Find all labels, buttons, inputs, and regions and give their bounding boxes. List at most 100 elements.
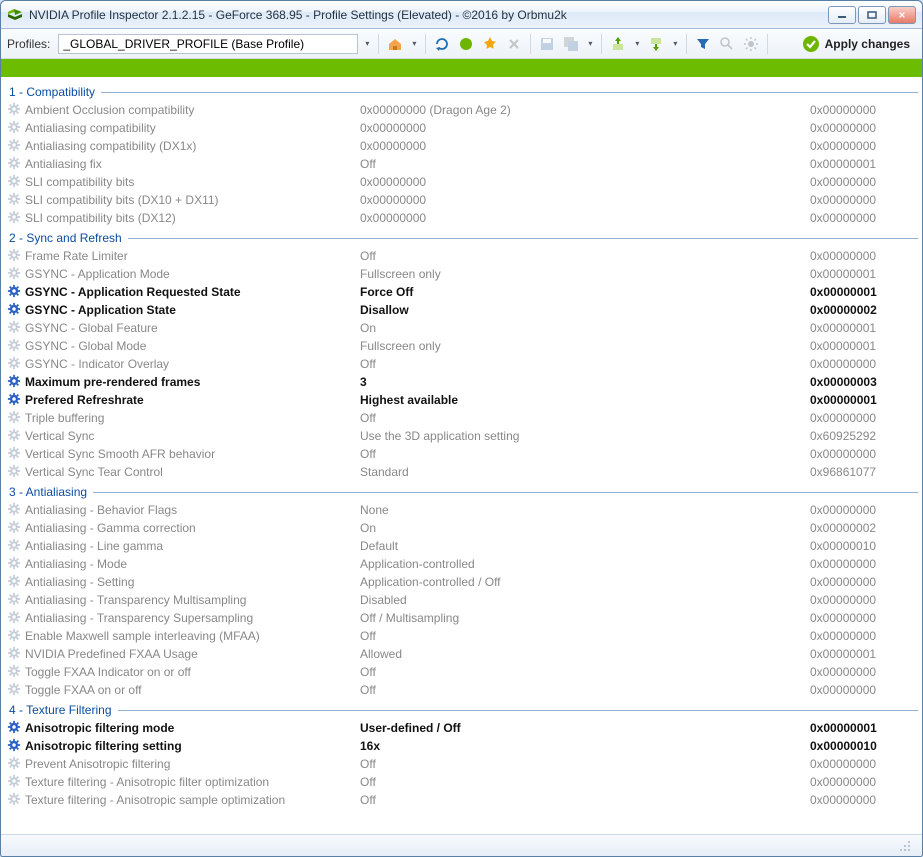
find-icon[interactable] bbox=[717, 34, 737, 54]
setting-row[interactable]: Triple bufferingOff0x00000000 bbox=[7, 409, 920, 427]
setting-row[interactable]: GSYNC - Global ModeFullscreen only0x0000… bbox=[7, 337, 920, 355]
setting-row[interactable]: GSYNC - Global FeatureOn0x00000001 bbox=[7, 319, 920, 337]
refresh-icon[interactable] bbox=[432, 34, 452, 54]
setting-row[interactable]: Antialiasing - Transparency Multisamplin… bbox=[7, 591, 920, 609]
setting-value[interactable]: Off bbox=[360, 775, 810, 789]
setting-value[interactable]: Standard bbox=[360, 465, 810, 479]
setting-value[interactable]: Off / Multisampling bbox=[360, 611, 810, 625]
resize-gripper-icon[interactable] bbox=[898, 839, 912, 853]
profile-selector[interactable]: _GLOBAL_DRIVER_PROFILE (Base Profile) bbox=[58, 34, 358, 54]
setting-value[interactable]: Off bbox=[360, 665, 810, 679]
setting-value[interactable]: Off bbox=[360, 447, 810, 461]
setting-value[interactable]: User-defined / Off bbox=[360, 721, 810, 735]
setting-value[interactable]: Off bbox=[360, 683, 810, 697]
setting-row[interactable]: Antialiasing compatibility (DX1x)0x00000… bbox=[7, 137, 920, 155]
setting-value[interactable]: Use the 3D application setting bbox=[360, 429, 810, 443]
setting-value[interactable]: Off bbox=[360, 629, 810, 643]
minimize-button[interactable] bbox=[828, 6, 856, 24]
import-icon[interactable] bbox=[646, 34, 666, 54]
setting-row[interactable]: Antialiasing compatibility0x000000000x00… bbox=[7, 119, 920, 137]
setting-value[interactable]: Highest available bbox=[360, 393, 810, 407]
setting-value[interactable]: Fullscreen only bbox=[360, 267, 810, 281]
setting-row[interactable]: SLI compatibility bits0x000000000x000000… bbox=[7, 173, 920, 191]
setting-row[interactable]: Prevent Anisotropic filteringOff0x000000… bbox=[7, 755, 920, 773]
export-dropdown[interactable]: ▾ bbox=[632, 39, 642, 48]
home-icon[interactable] bbox=[385, 34, 405, 54]
section-header[interactable]: 4 - Texture Filtering bbox=[7, 699, 920, 719]
import-dropdown[interactable]: ▾ bbox=[670, 39, 680, 48]
setting-value[interactable]: Application-controlled / Off bbox=[360, 575, 810, 589]
setting-row[interactable]: Frame Rate LimiterOff0x00000000 bbox=[7, 247, 920, 265]
setting-value[interactable]: Allowed bbox=[360, 647, 810, 661]
setting-value[interactable]: 0x00000000 bbox=[360, 175, 810, 189]
setting-row[interactable]: Maximum pre-rendered frames30x00000003 bbox=[7, 373, 920, 391]
setting-row[interactable]: SLI compatibility bits (DX10 + DX11)0x00… bbox=[7, 191, 920, 209]
setting-row[interactable]: GSYNC - Application StateDisallow0x00000… bbox=[7, 301, 920, 319]
setting-row[interactable]: Toggle FXAA on or offOff0x00000000 bbox=[7, 681, 920, 699]
setting-value[interactable]: 0x00000000 bbox=[360, 121, 810, 135]
setting-row[interactable]: Texture filtering - Anisotropic filter o… bbox=[7, 773, 920, 791]
setting-value[interactable]: Disallow bbox=[360, 303, 810, 317]
setting-row[interactable]: Texture filtering - Anisotropic sample o… bbox=[7, 791, 920, 809]
maximize-button[interactable] bbox=[858, 6, 886, 24]
close-button[interactable] bbox=[888, 6, 916, 24]
setting-value[interactable]: Force Off bbox=[360, 285, 810, 299]
delete-icon[interactable] bbox=[504, 34, 524, 54]
apply-changes-button[interactable]: Apply changes bbox=[796, 35, 916, 53]
setting-value[interactable]: Off bbox=[360, 757, 810, 771]
setting-row[interactable]: NVIDIA Predefined FXAA UsageAllowed0x000… bbox=[7, 645, 920, 663]
setting-value[interactable]: Off bbox=[360, 793, 810, 807]
setting-value[interactable]: Default bbox=[360, 539, 810, 553]
save-all-icon[interactable] bbox=[561, 34, 581, 54]
title-bar[interactable]: NVIDIA Profile Inspector 2.1.2.15 - GeFo… bbox=[1, 1, 922, 29]
setting-row[interactable]: Toggle FXAA Indicator on or offOff0x0000… bbox=[7, 663, 920, 681]
setting-row[interactable]: Prefered RefreshrateHighest available0x0… bbox=[7, 391, 920, 409]
setting-value[interactable]: 0x00000000 bbox=[360, 211, 810, 225]
setting-row[interactable]: GSYNC - Application Requested StateForce… bbox=[7, 283, 920, 301]
setting-row[interactable]: Antialiasing - Transparency Supersamplin… bbox=[7, 609, 920, 627]
setting-value[interactable]: Off bbox=[360, 357, 810, 371]
profile-dropdown-button[interactable]: ▾ bbox=[362, 39, 372, 48]
setting-value[interactable]: None bbox=[360, 503, 810, 517]
setting-row[interactable]: Vertical SyncUse the 3D application sett… bbox=[7, 427, 920, 445]
nvidia-icon[interactable] bbox=[456, 34, 476, 54]
save-icon[interactable] bbox=[537, 34, 557, 54]
setting-value[interactable]: Disabled bbox=[360, 593, 810, 607]
filter-icon[interactable] bbox=[693, 34, 713, 54]
setting-row[interactable]: Antialiasing - ModeApplication-controlle… bbox=[7, 555, 920, 573]
settings-grid[interactable]: 1 - CompatibilityAmbient Occlusion compa… bbox=[1, 77, 922, 834]
setting-value[interactable]: Off bbox=[360, 411, 810, 425]
save-dropdown[interactable]: ▾ bbox=[585, 39, 595, 48]
setting-value[interactable]: Fullscreen only bbox=[360, 339, 810, 353]
section-header[interactable]: 3 - Antialiasing bbox=[7, 481, 920, 501]
setting-row[interactable]: SLI compatibility bits (DX12)0x000000000… bbox=[7, 209, 920, 227]
setting-row[interactable]: Antialiasing - SettingApplication-contro… bbox=[7, 573, 920, 591]
setting-row[interactable]: Vertical Sync Tear ControlStandard0x9686… bbox=[7, 463, 920, 481]
setting-value[interactable]: 16x bbox=[360, 739, 810, 753]
setting-row[interactable]: Anisotropic filtering modeUser-defined /… bbox=[7, 719, 920, 737]
settings-icon[interactable] bbox=[741, 34, 761, 54]
export-icon[interactable] bbox=[608, 34, 628, 54]
setting-row[interactable]: Ambient Occlusion compatibility0x0000000… bbox=[7, 101, 920, 119]
setting-value[interactable]: 0x00000000 bbox=[360, 139, 810, 153]
setting-value[interactable]: Off bbox=[360, 249, 810, 263]
setting-row[interactable]: Anisotropic filtering setting16x0x000000… bbox=[7, 737, 920, 755]
setting-value[interactable]: 0x00000000 bbox=[360, 193, 810, 207]
setting-row[interactable]: Enable Maxwell sample interleaving (MFAA… bbox=[7, 627, 920, 645]
home-dropdown[interactable]: ▾ bbox=[409, 39, 419, 48]
setting-row[interactable]: Vertical Sync Smooth AFR behaviorOff0x00… bbox=[7, 445, 920, 463]
setting-row[interactable]: Antialiasing - Gamma correctionOn0x00000… bbox=[7, 519, 920, 537]
section-header[interactable]: 1 - Compatibility bbox=[7, 81, 920, 101]
setting-value[interactable]: 3 bbox=[360, 375, 810, 389]
section-header[interactable]: 2 - Sync and Refresh bbox=[7, 227, 920, 247]
setting-value[interactable]: On bbox=[360, 521, 810, 535]
setting-row[interactable]: Antialiasing - Line gammaDefault0x000000… bbox=[7, 537, 920, 555]
setting-value[interactable]: On bbox=[360, 321, 810, 335]
setting-row[interactable]: Antialiasing fixOff0x00000001 bbox=[7, 155, 920, 173]
setting-row[interactable]: GSYNC - Application ModeFullscreen only0… bbox=[7, 265, 920, 283]
setting-value[interactable]: Off bbox=[360, 157, 810, 171]
setting-row[interactable]: GSYNC - Indicator OverlayOff0x00000000 bbox=[7, 355, 920, 373]
setting-value[interactable]: 0x00000000 (Dragon Age 2) bbox=[360, 103, 810, 117]
setting-value[interactable]: Application-controlled bbox=[360, 557, 810, 571]
setting-row[interactable]: Antialiasing - Behavior FlagsNone0x00000… bbox=[7, 501, 920, 519]
